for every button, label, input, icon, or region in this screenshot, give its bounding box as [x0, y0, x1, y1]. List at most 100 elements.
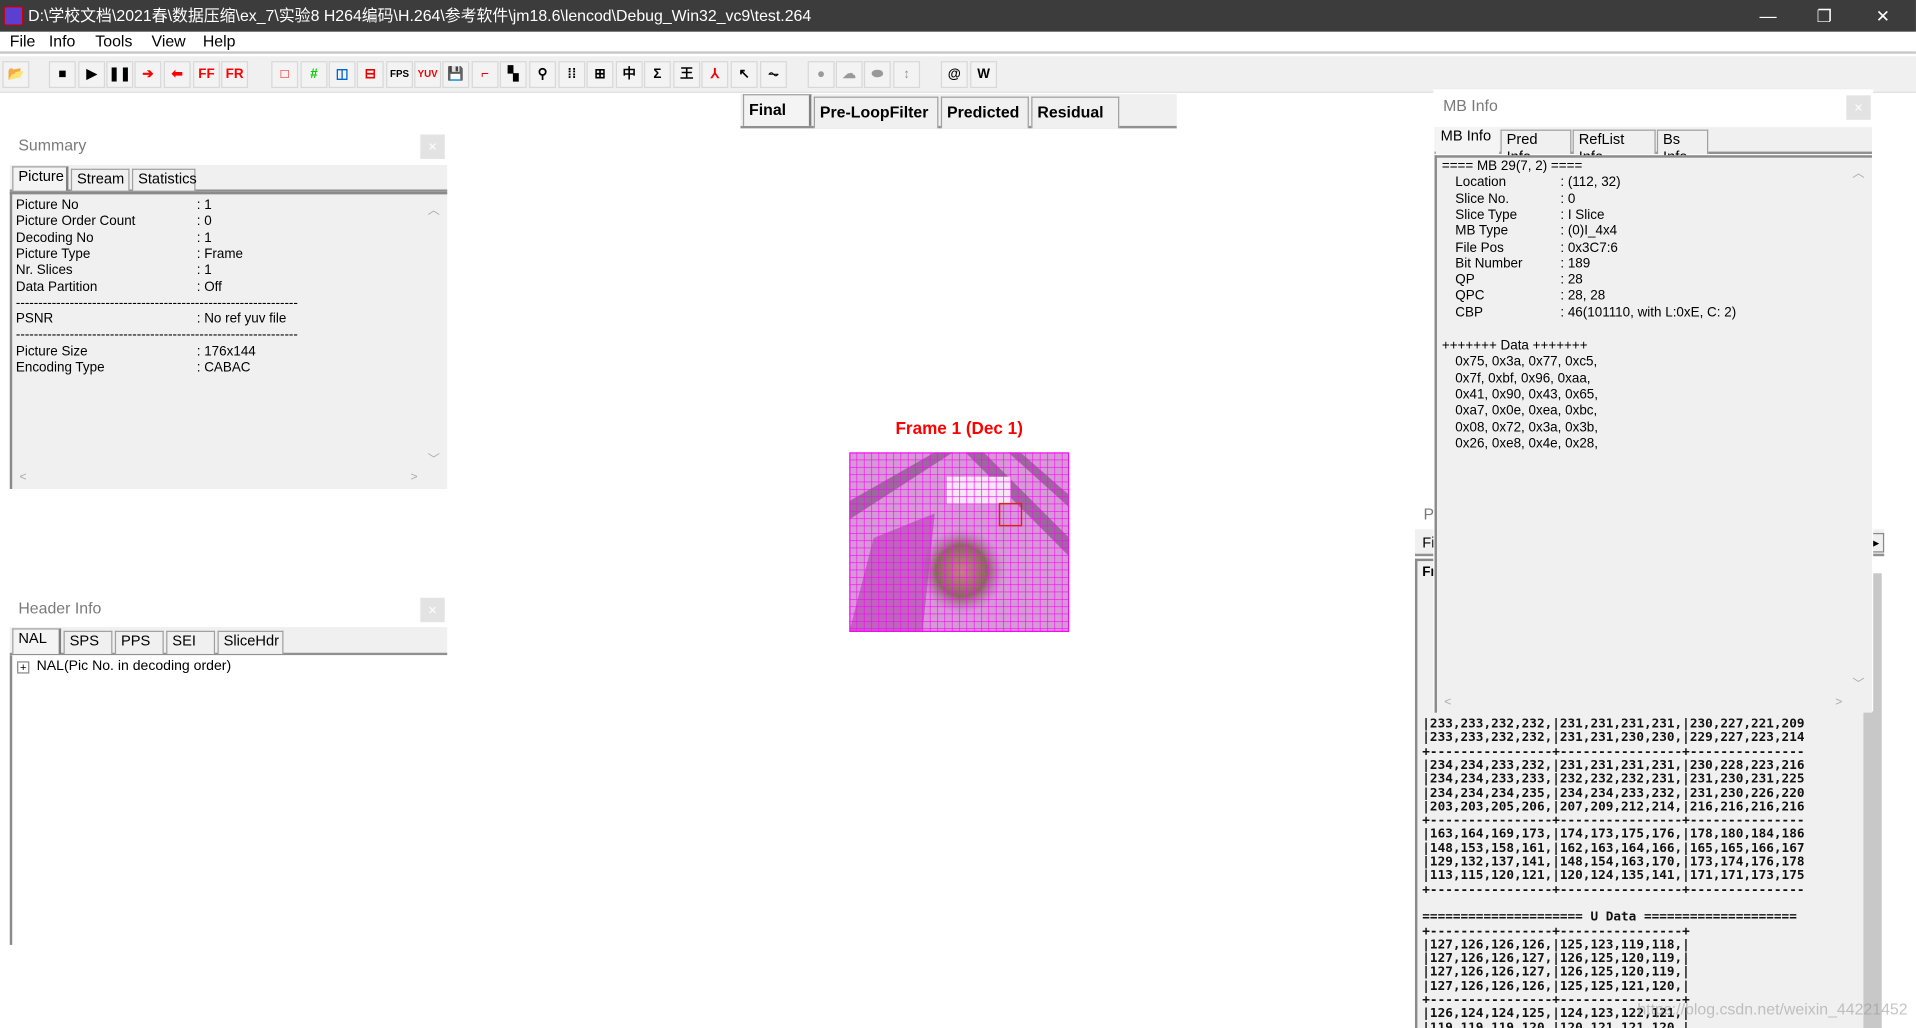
fast-rewind-icon[interactable]: FR	[221, 61, 249, 89]
mb-row-value: : 28	[1560, 272, 1583, 288]
close-button[interactable]: ✕	[1855, 0, 1911, 32]
pixel-data-line: |119,119,119,120,|120,121,121,120,|	[1422, 1021, 1856, 1028]
maximize-button[interactable]: ❐	[1796, 0, 1852, 32]
tab-mb-info[interactable]: MB Info	[1435, 127, 1500, 155]
dots-icon[interactable]: ⁞⁞	[558, 61, 586, 89]
header-info-tabs: NAL SPS PPS SEI SliceHdr	[9, 627, 448, 656]
mb-info-tabs: MB Info Pred Info RefList Info Bs Info	[1434, 127, 1872, 165]
nal-tree: + NAL(Pic No. in decoding order)	[9, 655, 448, 945]
yuv-icon[interactable]: YUV	[414, 61, 442, 89]
split-v-icon[interactable]: ◫	[328, 61, 356, 89]
tab-sei[interactable]: SEI	[166, 630, 216, 654]
tab-slicehdr[interactable]: SliceHdr	[217, 630, 284, 654]
open-icon[interactable]: 📂	[2, 61, 30, 89]
scroll-up-icon[interactable]: ︿	[1852, 163, 1864, 180]
circle-icon[interactable]: ●	[807, 61, 835, 89]
stat-icon[interactable]: 王	[673, 61, 701, 89]
pause-icon[interactable]: ❚❚	[106, 61, 134, 89]
tab-pred-info[interactable]: Pred Info	[1500, 129, 1572, 165]
mb-row-value: : 46(101110, with L:0xE, C: 2)	[1560, 305, 1737, 320]
watermark: https://blog.csdn.net/weixin_44221452	[1637, 999, 1908, 1019]
tab-reflist-info[interactable]: RefList Info	[1572, 129, 1656, 165]
summary-row-value: : 1	[196, 263, 212, 278]
pixel-data-line: ===================== U Data ===========…	[1422, 910, 1797, 925]
tab-residual[interactable]: Residual	[1031, 96, 1120, 129]
view-tabs: Final Pre-LoopFilter Predicted Residual	[740, 94, 1177, 129]
tab-bs-info[interactable]: Bs Info	[1656, 129, 1709, 165]
header-info-close-button[interactable]: ×	[420, 597, 445, 623]
app-icon	[3, 6, 24, 26]
menu-view[interactable]: View	[144, 32, 193, 52]
tab-nal[interactable]: NAL	[12, 628, 62, 654]
pixel-data-line: |127,126,126,126,|125,123,119,118,|	[1422, 938, 1690, 953]
summary-row-label: Picture Order Count	[15, 214, 136, 229]
color-icon[interactable]: ▚	[499, 61, 527, 89]
menu-tools[interactable]: Tools	[88, 32, 140, 52]
scroll-down-icon[interactable]: ﹀	[1852, 674, 1864, 691]
menu-bar: File Info Tools View Help	[0, 31, 1916, 54]
summary-row-value: : No ref yuv file	[196, 311, 287, 327]
menu-info[interactable]: Info	[42, 32, 83, 52]
fast-forward-icon[interactable]: FF	[193, 61, 220, 89]
mb-data-line: 0xa7, 0x0e, 0xea, 0xbc,	[1455, 403, 1598, 419]
scroll-right-icon[interactable]: >	[1835, 696, 1842, 709]
next-frame-icon[interactable]: ➔	[134, 61, 162, 89]
fps-icon[interactable]: FPS	[386, 61, 414, 89]
summary-close-button[interactable]: ×	[420, 134, 445, 159]
pointer-icon[interactable]: ↖	[730, 61, 758, 89]
mb-border-icon[interactable]: □	[271, 61, 299, 89]
pixel-data-line: |233,233,232,232,|231,231,231,231,|230,2…	[1422, 717, 1805, 731]
scroll-left-icon[interactable]: <	[1444, 696, 1451, 709]
tab-picture[interactable]: Picture	[12, 166, 69, 191]
cloud-icon[interactable]: ☁	[835, 61, 863, 89]
summary-row-label: ----------------------------------------…	[15, 295, 298, 311]
at-icon[interactable]: @	[940, 61, 968, 89]
tree-item-nal[interactable]: NAL(Pic No. in decoding order)	[37, 659, 231, 674]
menu-help[interactable]: Help	[196, 32, 243, 52]
app-window: D:\学校文档\2021春\数据压缩\ex_7\实验8 H264编码\H.264…	[0, 0, 1916, 1028]
sigma-icon[interactable]: Σ	[643, 61, 671, 89]
grid-icon[interactable]: #	[300, 61, 328, 89]
zhong-icon[interactable]: 中	[615, 61, 643, 89]
expand-icon[interactable]: +	[17, 661, 30, 674]
scroll-up-icon[interactable]: ︿	[428, 199, 440, 217]
mb-row-label: QP	[1455, 272, 1475, 288]
tab-sps[interactable]: SPS	[63, 630, 113, 654]
summary-row-label: Encoding Type	[15, 360, 105, 376]
frame-image[interactable]	[849, 452, 1070, 632]
mb-info-title: MB Info	[1443, 96, 1498, 115]
mb-info-close-button[interactable]: ×	[1846, 95, 1871, 120]
crop-icon[interactable]: ⌐	[471, 61, 499, 89]
graph-icon[interactable]: ⅄	[701, 61, 729, 89]
menu-file[interactable]: File	[2, 32, 42, 52]
save-icon[interactable]: 💾	[442, 61, 470, 89]
mb-row-value: : 0x3C7:6	[1560, 240, 1618, 255]
grid-box-icon[interactable]: ⊞	[586, 61, 614, 89]
find-icon[interactable]: ⚲	[529, 61, 556, 89]
tab-predicted[interactable]: Predicted	[940, 96, 1029, 129]
tab-pre-loopfilter[interactable]: Pre-LoopFilter	[813, 96, 939, 129]
tab-pps[interactable]: PPS	[114, 630, 164, 654]
play-icon[interactable]: ▶	[78, 61, 106, 89]
mb-info-content: ︿ ﹀ < > ==== MB 29(7, 2) ==== Location: (…	[1434, 155, 1872, 713]
summary-row-value: : 0	[196, 214, 212, 229]
tab-final[interactable]: Final	[742, 94, 812, 126]
mb-info-panel: MB Info × MB Info Pred Info RefList Info…	[1433, 88, 1874, 713]
tab-stream[interactable]: Stream	[70, 168, 130, 191]
pixel-data-line: |234,234,233,232,|231,231,231,231,|230,2…	[1422, 758, 1805, 773]
mb-row-label: Bit Number	[1455, 256, 1523, 272]
pixel-data-line: +----------------+----------------+-----…	[1422, 814, 1805, 828]
scroll-down-icon[interactable]: ﹀	[428, 449, 440, 467]
stop-icon[interactable]: ■	[48, 61, 76, 89]
summary-row-label: Data Partition	[15, 279, 98, 294]
split-h-icon[interactable]: ⊟	[356, 61, 384, 89]
scroll-left-icon[interactable]: <	[20, 471, 27, 484]
prev-frame-icon[interactable]: ⬅	[163, 61, 191, 89]
blob-icon[interactable]: ⬬	[863, 61, 891, 89]
updown-icon[interactable]: ↕	[893, 61, 921, 89]
w-icon[interactable]: W	[970, 61, 998, 89]
scroll-right-icon[interactable]: >	[411, 471, 418, 484]
minimize-button[interactable]: —	[1740, 0, 1796, 32]
wave-icon[interactable]: ⏦	[760, 61, 787, 89]
tab-statistics[interactable]: Statistics	[131, 168, 197, 191]
